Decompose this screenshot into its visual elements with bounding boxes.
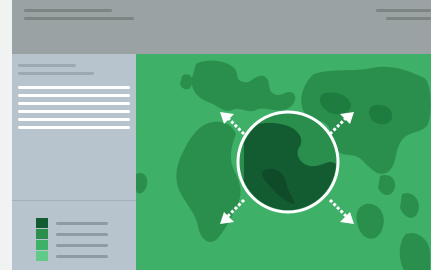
subtitle-placeholder [24, 17, 134, 20]
sidebar-item[interactable] [18, 94, 130, 97]
top-bar [12, 0, 431, 54]
sidebar-item[interactable] [18, 110, 130, 113]
sidebar-item[interactable] [18, 118, 130, 121]
world-map[interactable] [136, 54, 431, 270]
sidebar-item[interactable] [18, 126, 130, 129]
sidebar-subheading-line [18, 72, 94, 75]
app-window [12, 0, 431, 270]
legend-label-line [56, 233, 108, 236]
globe-icon[interactable] [236, 110, 340, 216]
legend-swatch [36, 251, 48, 261]
sidebar-heading-line [18, 64, 76, 67]
menu-placeholder-2[interactable] [386, 17, 431, 20]
legend-swatch [36, 218, 48, 228]
sidebar-divider [12, 200, 136, 201]
sidebar [12, 54, 136, 270]
title-placeholder [24, 9, 112, 12]
legend-swatch [36, 229, 48, 239]
menu-placeholder[interactable] [376, 9, 431, 12]
legend-label-line [56, 255, 108, 258]
world-map-graphic [136, 60, 431, 270]
legend-swatch [36, 240, 48, 250]
legend-label-line [56, 244, 108, 247]
legend-label-line [56, 222, 108, 225]
sidebar-item[interactable] [18, 102, 130, 105]
sidebar-item[interactable] [18, 86, 130, 89]
